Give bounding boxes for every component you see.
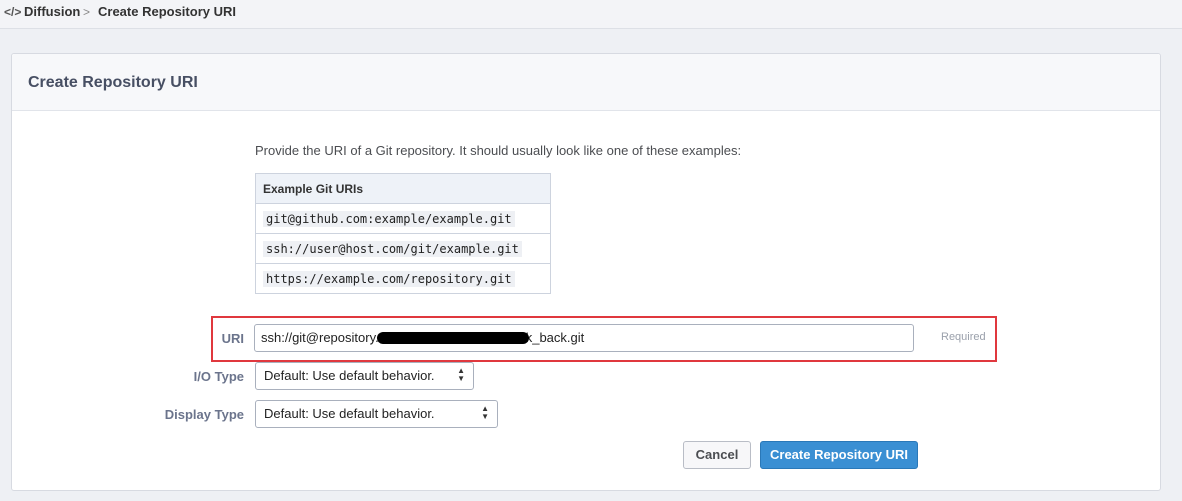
intro-text: Provide the URI of a Git repository. It … bbox=[255, 143, 742, 158]
example-uri: ssh://user@host.com/git/example.git bbox=[263, 241, 522, 257]
display-type-selected: Default: Use default behavior. bbox=[264, 406, 435, 421]
uri-value-suffix: k_back.git bbox=[525, 330, 585, 345]
example-uri: https://example.com/repository.git bbox=[263, 271, 515, 287]
select-arrows-icon: ▲ ▼ bbox=[457, 366, 465, 384]
create-uri-panel: Create Repository URI Provide the URI of… bbox=[11, 53, 1161, 491]
example-uri: git@github.com:example/example.git bbox=[263, 211, 515, 227]
io-type-selected: Default: Use default behavior. bbox=[264, 368, 435, 383]
required-note: Required bbox=[941, 331, 986, 343]
redaction-mark bbox=[377, 332, 529, 344]
panel-title: Create Repository URI bbox=[28, 74, 198, 91]
display-type-select[interactable]: Default: Use default behavior. ▲ ▼ bbox=[255, 400, 498, 428]
create-repository-uri-button[interactable]: Create Repository URI bbox=[760, 441, 918, 469]
table-row: ssh://user@host.com/git/example.git bbox=[255, 233, 551, 264]
uri-input[interactable]: ssh://git@repository. k_back.git bbox=[254, 324, 914, 352]
chevron-right-icon: > bbox=[83, 5, 91, 19]
uri-value-prefix: ssh://git@repository. bbox=[261, 330, 379, 345]
breadcrumb: </> Diffusion > Create Repository URI bbox=[0, 0, 1182, 29]
code-icon[interactable]: </> bbox=[4, 0, 21, 24]
cancel-button[interactable]: Cancel bbox=[683, 441, 751, 469]
select-arrows-icon: ▲ ▼ bbox=[481, 404, 489, 422]
breadcrumb-current-page: Create Repository URI bbox=[98, 4, 236, 19]
uri-label: URI bbox=[221, 331, 244, 346]
breadcrumb-diffusion-link[interactable]: Diffusion bbox=[24, 0, 80, 24]
table-row: git@github.com:example/example.git bbox=[255, 203, 551, 234]
io-type-label: I/O Type bbox=[193, 369, 244, 384]
display-type-label: Display Type bbox=[164, 407, 244, 422]
example-uris-table: Example Git URIs git@github.com:example/… bbox=[255, 173, 551, 294]
table-header: Example Git URIs bbox=[255, 173, 551, 204]
io-type-select[interactable]: Default: Use default behavior. ▲ ▼ bbox=[255, 362, 474, 390]
table-row: https://example.com/repository.git bbox=[255, 263, 551, 294]
